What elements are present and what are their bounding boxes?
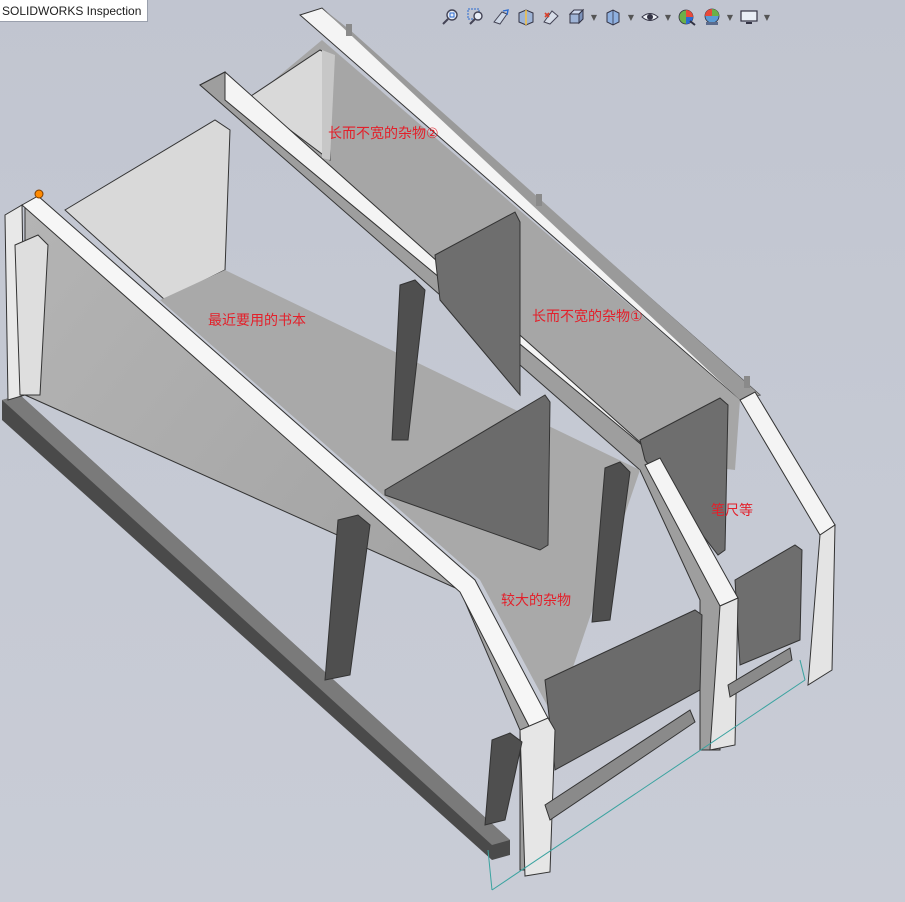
right-end-face [807,524,836,686]
zoom-to-fit-icon [442,9,458,25]
edit-appearance-button[interactable] [676,6,698,28]
hide-show-items-icon [641,13,659,21]
view-orientation-icon [568,8,585,25]
back-tab-3 [744,376,750,388]
zoom-to-area-button[interactable] [465,6,487,28]
display-style-icon [606,9,620,26]
dynamic-annotation-icon [543,10,559,25]
heads-up-view-toolbar: ▼ ▼ ▼ ▼ ▼ [440,4,775,30]
apply-scene-dropdown[interactable]: ▼ [726,6,734,28]
window-title: SOLIDWORKS Inspection [0,0,149,22]
origin-marker[interactable] [34,189,44,199]
display-style-dropdown[interactable]: ▼ [627,6,635,28]
section-view-button[interactable] [515,6,537,28]
back-tab-2 [536,194,542,206]
annotation-long-narrow-items-1[interactable]: 长而不宽的杂物① [532,308,643,325]
dynamic-annotation-button[interactable] [540,6,562,28]
previous-view-button[interactable] [490,6,512,28]
hide-show-items-dropdown[interactable]: ▼ [664,6,672,28]
view-orientation-button[interactable] [565,6,587,28]
right-end-top [739,391,836,536]
apply-scene-icon [704,8,720,25]
divider-right-3 [734,544,803,666]
annotation-long-narrow-items-2[interactable]: 长而不宽的杂物② [328,125,439,142]
hide-show-items-button[interactable] [639,6,661,28]
zoom-to-area-icon [467,8,483,25]
view-settings-icon [740,10,758,24]
display-style-button[interactable] [602,6,624,28]
apply-scene-button[interactable] [701,6,723,28]
section-view-icon [518,9,534,26]
front-wall-end [519,717,556,877]
view-settings-button[interactable] [738,6,760,28]
zoom-to-fit-button[interactable] [440,6,462,28]
view-settings-dropdown[interactable]: ▼ [763,6,771,28]
edit-appearance-icon [678,9,696,26]
slot-peg-5 [484,732,523,826]
back-tab-1 [346,24,352,36]
view-orientation-dropdown[interactable]: ▼ [590,6,598,28]
dimension-ext-2 [799,659,806,681]
annotation-larger-items[interactable]: 较大的杂物 [501,593,571,609]
annotation-pens-rulers[interactable]: 笔尺等 [711,502,753,519]
organizer-model[interactable]: 最近要用的书本 长而不宽的杂物② 长而不宽的杂物① 笔尺等 较大的杂物 [0,0,905,902]
annotation-recent-books[interactable]: 最近要用的书本 [208,313,306,329]
previous-view-icon [493,9,509,25]
slot-peg-3 [324,514,371,681]
graphics-viewport[interactable]: 最近要用的书本 长而不宽的杂物② 长而不宽的杂物① 笔尺等 较大的杂物 SOLI… [0,0,905,902]
